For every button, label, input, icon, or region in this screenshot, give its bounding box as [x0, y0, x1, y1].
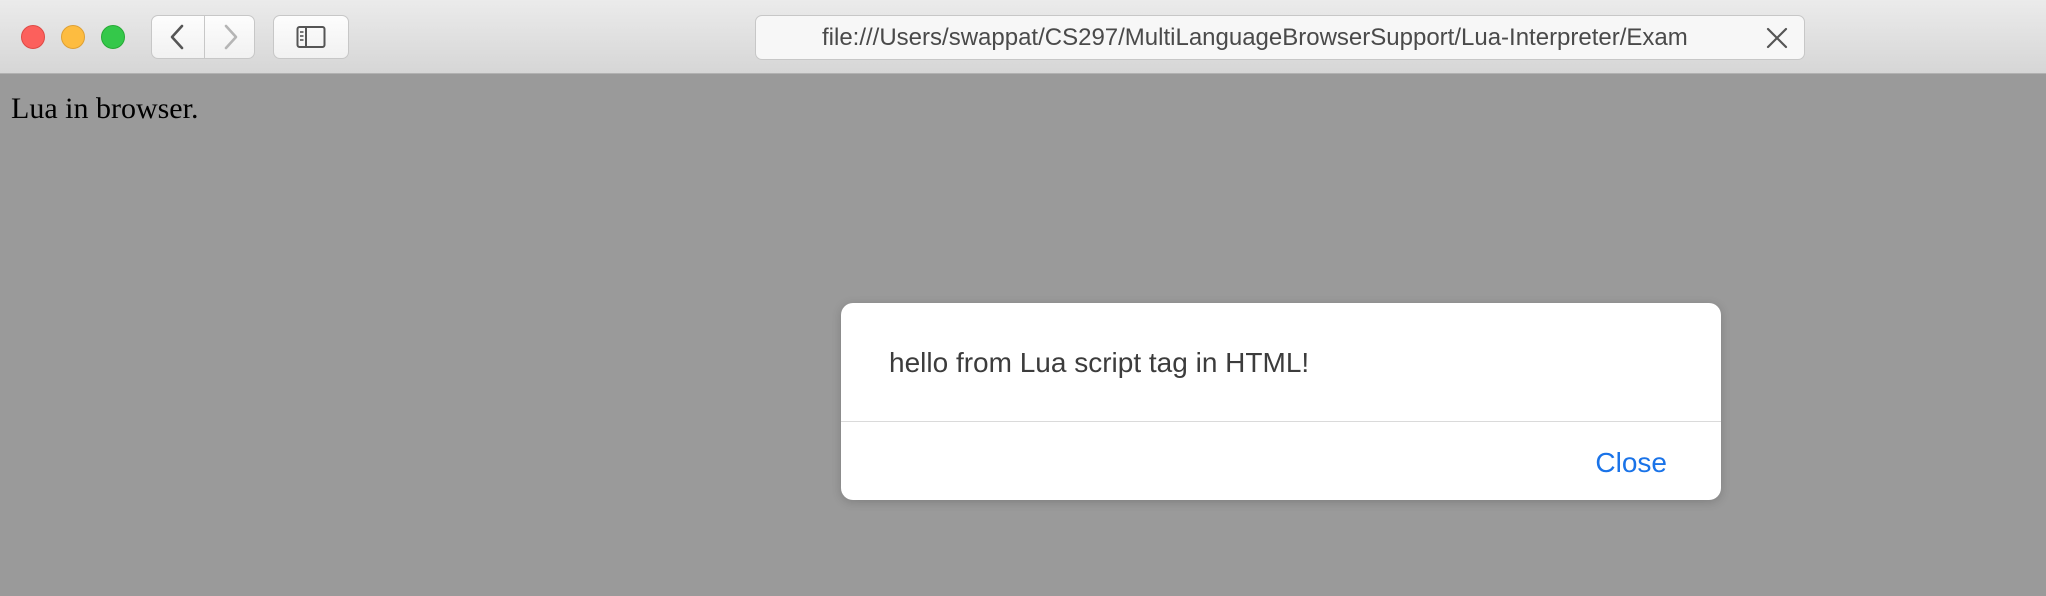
dialog-divider: [841, 421, 1721, 422]
sidebar-icon: [296, 26, 326, 48]
dialog-close-button[interactable]: Close: [1595, 447, 1667, 479]
page-body-text: Lua in browser.: [11, 92, 199, 125]
address-bar[interactable]: file:///Users/swappat/CS297/MultiLanguag…: [755, 15, 1805, 60]
browser-toolbar: file:///Users/swappat/CS297/MultiLanguag…: [0, 0, 2046, 74]
back-button[interactable]: [151, 15, 205, 59]
chevron-left-icon: [170, 24, 184, 50]
sidebar-button[interactable]: [273, 15, 349, 59]
address-url[interactable]: file:///Users/swappat/CS297/MultiLanguag…: [822, 16, 1742, 59]
close-icon: [1766, 27, 1788, 49]
page-content: Lua in browser. hello from Lua script ta…: [0, 74, 2046, 596]
alert-dialog: hello from Lua script tag in HTML! Close: [841, 303, 1721, 500]
traffic-maximize-icon[interactable]: [101, 25, 125, 49]
dialog-message: hello from Lua script tag in HTML!: [889, 347, 1310, 378]
chevron-right-icon: [224, 24, 237, 50]
address-fade: [1686, 16, 1742, 59]
traffic-close-icon[interactable]: [21, 25, 45, 49]
stop-loading-button[interactable]: [1764, 25, 1790, 51]
traffic-minimize-icon[interactable]: [61, 25, 85, 49]
forward-button[interactable]: [204, 15, 255, 59]
